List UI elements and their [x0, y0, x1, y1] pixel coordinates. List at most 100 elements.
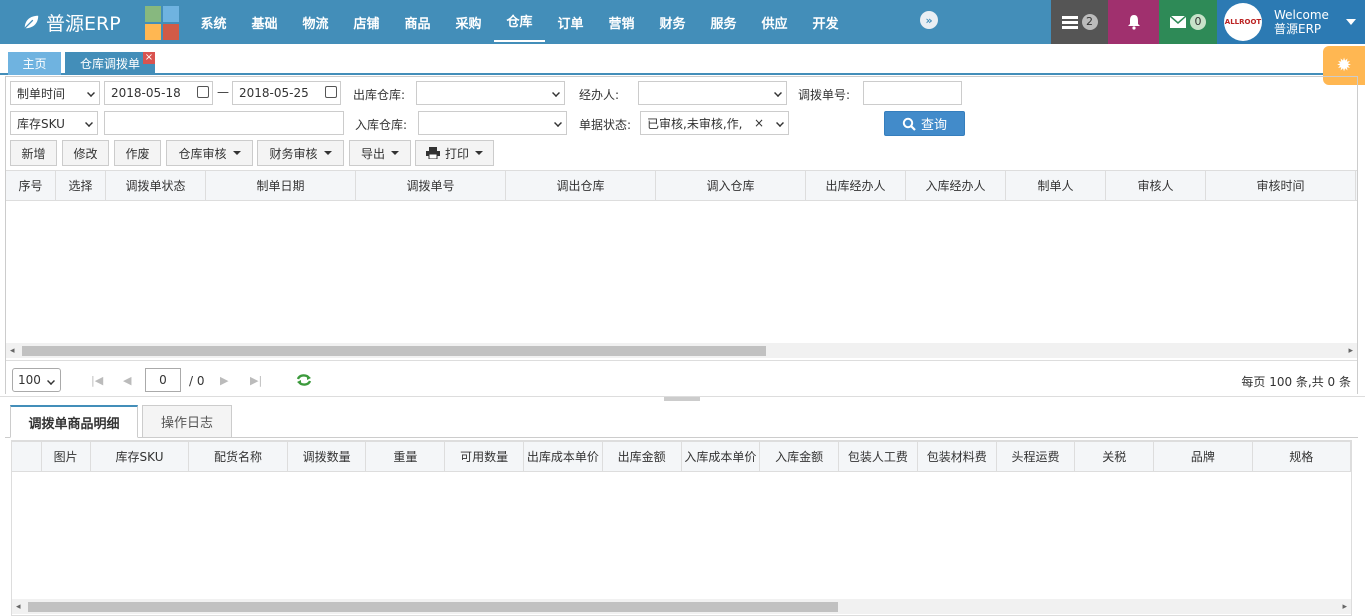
nav-item[interactable]: 开发: [800, 0, 851, 44]
chevron-down-icon: [554, 119, 562, 127]
nav-item[interactable]: 财务: [647, 0, 698, 44]
nav-item[interactable]: 采购: [443, 0, 494, 44]
column-header[interactable]: 调拨单号: [356, 171, 506, 200]
column-header[interactable]: 规格: [1253, 442, 1352, 471]
column-header[interactable]: 调入仓库: [656, 171, 806, 200]
prev-page-icon[interactable]: ◀: [123, 374, 131, 387]
date-to-input[interactable]: 2018-05-25: [232, 81, 341, 105]
edit-button[interactable]: 修改: [62, 140, 109, 166]
messages-button[interactable]: 0: [1159, 0, 1217, 44]
page-size-select[interactable]: 100: [12, 368, 61, 392]
tab-operation-log[interactable]: 操作日志: [142, 405, 232, 438]
sku-input[interactable]: [104, 111, 344, 135]
first-page-icon[interactable]: |◀: [91, 374, 103, 387]
caret-down-icon: [1346, 19, 1356, 25]
tab-divider: [5, 437, 1358, 438]
column-header[interactable]: 包装人工费: [839, 442, 918, 471]
column-header[interactable]: 配货名称: [189, 442, 288, 471]
warehouse-audit-button[interactable]: 仓库审核: [166, 140, 253, 166]
column-header[interactable]: 入库成本单价: [682, 442, 761, 471]
column-header[interactable]: 可用数量: [445, 442, 524, 471]
column-header[interactable]: 出库经办人: [806, 171, 906, 200]
column-header[interactable]: 入库经办人: [906, 171, 1006, 200]
clear-icon[interactable]: ×: [754, 116, 764, 130]
void-button[interactable]: 作废: [114, 140, 161, 166]
scroll-thumb[interactable]: [22, 346, 766, 356]
column-header[interactable]: 包装材料费: [918, 442, 997, 471]
calendar-icon[interactable]: [325, 86, 337, 98]
page-input[interactable]: 0: [145, 368, 181, 392]
column-header[interactable]: 重量: [366, 442, 446, 471]
export-button[interactable]: 导出: [349, 140, 411, 166]
app-title: 普源ERP: [46, 12, 121, 35]
column-header[interactable]: 库存SKU: [91, 442, 190, 471]
horizontal-scrollbar[interactable]: ◂ ▸: [6, 343, 1357, 358]
splitter-handle[interactable]: [664, 397, 700, 401]
column-header[interactable]: 头程运费: [997, 442, 1076, 471]
column-header[interactable]: 图片: [42, 442, 91, 471]
date-from-input[interactable]: 2018-05-18: [104, 81, 213, 105]
nav-item[interactable]: 系统: [188, 0, 239, 44]
column-header[interactable]: 审核时间: [1206, 171, 1356, 200]
column-header[interactable]: 序号: [6, 171, 56, 200]
tab-transfer[interactable]: 仓库调拨单: [65, 52, 155, 75]
last-page-icon[interactable]: ▶|: [250, 374, 262, 387]
nav-item[interactable]: 店铺: [341, 0, 392, 44]
more-menu-icon[interactable]: »: [920, 11, 938, 29]
column-header[interactable]: 关税: [1075, 442, 1155, 471]
finance-audit-button[interactable]: 财务审核: [257, 140, 344, 166]
print-label: 打印: [444, 146, 469, 161]
nav-item[interactable]: 营销: [596, 0, 647, 44]
app-grid-icon[interactable]: [145, 6, 179, 40]
out-warehouse-select[interactable]: [416, 81, 565, 105]
nav-item[interactable]: 物流: [290, 0, 341, 44]
tab-home[interactable]: 主页: [8, 52, 61, 75]
nav-item[interactable]: 基础: [239, 0, 290, 44]
column-header[interactable]: 制单人: [1006, 171, 1106, 200]
calendar-icon[interactable]: [197, 86, 209, 98]
add-button[interactable]: 新增: [10, 140, 57, 166]
tab-detail-items[interactable]: 调拨单商品明细: [10, 405, 138, 438]
app-logo[interactable]: 普源ERP: [22, 8, 121, 36]
nav-item[interactable]: 商品: [392, 0, 443, 44]
date-type-select[interactable]: 制单时间: [10, 81, 100, 105]
detail-horizontal-scrollbar[interactable]: ◂ ▸: [12, 599, 1351, 614]
refresh-icon[interactable]: [296, 373, 312, 387]
notifications-button[interactable]: [1108, 0, 1159, 44]
leaf-icon: [24, 15, 39, 29]
detail-scroll-thumb[interactable]: [28, 602, 838, 612]
column-header[interactable]: 调拨数量: [288, 442, 367, 471]
scroll-left-icon[interactable]: ◂: [10, 346, 15, 356]
column-header[interactable]: 选择: [56, 171, 106, 200]
nav-item[interactable]: 供应: [749, 0, 800, 44]
scroll-right-icon[interactable]: ▸: [1342, 602, 1347, 612]
pager: 100 |◀ ◀ 0 / 0 ▶ ▶| 每页 100 条,共 0 条: [6, 360, 1357, 394]
print-button[interactable]: 打印: [415, 140, 494, 166]
detail-grid-header: 图片 库存SKU 配货名称 调拨数量 重量 可用数量 出库成本单价 出库金额 入库成本单价 入库金…: [12, 441, 1352, 472]
user-menu[interactable]: ALLROOT Welcome 普源ERP: [1217, 0, 1365, 44]
tasks-button[interactable]: 2: [1051, 0, 1108, 44]
scroll-right-icon[interactable]: ▸: [1348, 346, 1353, 356]
close-tab-icon[interactable]: ×: [143, 52, 155, 64]
column-header[interactable]: 调出仓库: [506, 171, 656, 200]
nav-item[interactable]: 仓库: [494, 0, 545, 42]
sku-type-select[interactable]: 库存SKU: [10, 111, 98, 135]
in-warehouse-label: 入库仓库:: [355, 118, 408, 132]
column-header[interactable]: 调拨单状态: [106, 171, 206, 200]
column-header[interactable]: 品牌: [1154, 442, 1253, 471]
nav-item[interactable]: 服务: [698, 0, 749, 44]
handler-label: 经办人:: [579, 88, 620, 102]
nav-item[interactable]: 订单: [545, 0, 596, 44]
column-header[interactable]: 审核人: [1106, 171, 1206, 200]
column-header[interactable]: 入库金额: [760, 442, 840, 471]
scroll-left-icon[interactable]: ◂: [16, 602, 21, 612]
column-header[interactable]: 出库成本单价: [524, 442, 603, 471]
column-header[interactable]: 制单日期: [206, 171, 356, 200]
transfer-no-input[interactable]: [863, 81, 962, 105]
handler-select[interactable]: [638, 81, 787, 105]
status-multiselect[interactable]: 已审核,未审核,作, ×: [640, 111, 789, 135]
next-page-icon[interactable]: ▶: [220, 374, 228, 387]
column-header[interactable]: 出库金额: [603, 442, 682, 471]
in-warehouse-select[interactable]: [418, 111, 567, 135]
query-button[interactable]: 查询: [884, 111, 965, 136]
